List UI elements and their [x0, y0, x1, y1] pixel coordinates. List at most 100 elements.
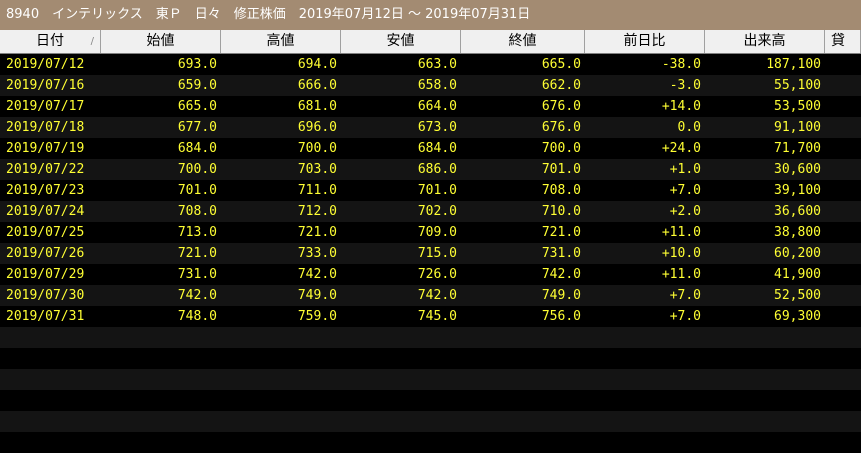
table-row[interactable]: 2019/07/22 700.0 703.0 686.0 701.0 +1.0 30,600: [0, 159, 861, 180]
table-row[interactable]: 2019/07/17 665.0 681.0 664.0 676.0 +14.0 53,50…: [0, 96, 861, 117]
open-cell: 742.0: [177, 288, 217, 303]
low-cell: 742.0: [417, 288, 457, 303]
high-cell: 711.0: [297, 183, 337, 198]
col-header-high[interactable]: 高値: [221, 30, 341, 53]
open-cell: 713.0: [177, 225, 217, 240]
date-cell: 2019/07/24: [6, 204, 85, 219]
col-header-low[interactable]: 安値: [341, 30, 461, 53]
table-row[interactable]: 2019/07/12 693.0 694.0 663.0 665.0 -38.0 187,1…: [0, 54, 861, 75]
column-header-bar: 日付 / 始値 高値 安値 終値 前日比 出来高 貸: [0, 30, 861, 54]
date-cell: 2019/07/29: [6, 267, 85, 282]
table-row[interactable]: 2019/07/26 721.0 733.0 715.0 731.0 +10.0 60,20…: [0, 243, 861, 264]
date-cell: 2019/07/12: [6, 57, 85, 72]
low-cell: 702.0: [417, 204, 457, 219]
close-cell: 708.0: [541, 183, 581, 198]
empty-row: [0, 369, 861, 390]
col-header-date[interactable]: 日付 /: [0, 30, 101, 53]
volume-cell: 41,900: [774, 267, 821, 282]
volume-cell: 30,600: [774, 162, 821, 177]
low-cell: 686.0: [417, 162, 457, 177]
col-header-lending[interactable]: 貸: [825, 30, 861, 53]
volume-cell: 38,800: [774, 225, 821, 240]
col-header-open[interactable]: 始値: [101, 30, 221, 53]
change-cell: +14.0: [661, 99, 701, 114]
high-cell: 742.0: [297, 267, 337, 282]
low-cell: 745.0: [417, 309, 457, 324]
col-header-volume[interactable]: 出来高: [705, 30, 825, 53]
table-row[interactable]: 2019/07/31 748.0 759.0 745.0 756.0 +7.0 69,300: [0, 306, 861, 327]
volume-cell: 60,200: [774, 246, 821, 261]
low-cell: 664.0: [417, 99, 457, 114]
low-cell: 684.0: [417, 141, 457, 156]
column-header-label: 貸: [831, 33, 845, 49]
table-row[interactable]: 2019/07/23 701.0 711.0 701.0 708.0 +7.0 39,100: [0, 180, 861, 201]
table-row[interactable]: 2019/07/24 708.0 712.0 702.0 710.0 +2.0 36,600: [0, 201, 861, 222]
empty-row: [0, 348, 861, 369]
table-row[interactable]: 2019/07/29 731.0 742.0 726.0 742.0 +11.0 41,90…: [0, 264, 861, 285]
change-cell: +7.0: [669, 288, 701, 303]
table-row[interactable]: 2019/07/18 677.0 696.0 673.0 676.0 0.0 91,100: [0, 117, 861, 138]
open-cell: 665.0: [177, 99, 217, 114]
table-row[interactable]: 2019/07/30 742.0 749.0 742.0 749.0 +7.0 52,500: [0, 285, 861, 306]
open-cell: 721.0: [177, 246, 217, 261]
change-cell: +11.0: [661, 267, 701, 282]
open-cell: 700.0: [177, 162, 217, 177]
high-cell: 694.0: [297, 57, 337, 72]
high-cell: 733.0: [297, 246, 337, 261]
volume-cell: 91,100: [774, 120, 821, 135]
change-cell: +2.0: [669, 204, 701, 219]
date-cell: 2019/07/18: [6, 120, 85, 135]
empty-row: [0, 411, 861, 432]
empty-row: [0, 327, 861, 348]
column-header-label: 安値: [386, 33, 415, 49]
open-cell: 693.0: [177, 57, 217, 72]
close-cell: 749.0: [541, 288, 581, 303]
change-cell: +7.0: [669, 183, 701, 198]
high-cell: 703.0: [297, 162, 337, 177]
date-cell: 2019/07/23: [6, 183, 85, 198]
date-cell: 2019/07/30: [6, 288, 85, 303]
change-cell: +11.0: [661, 225, 701, 240]
col-header-close[interactable]: 終値: [461, 30, 585, 53]
close-cell: 721.0: [541, 225, 581, 240]
change-cell: +24.0: [661, 141, 701, 156]
table-row[interactable]: 2019/07/16 659.0 666.0 658.0 662.0 -3.0 55,100: [0, 75, 861, 96]
low-cell: 701.0: [417, 183, 457, 198]
low-cell: 726.0: [417, 267, 457, 282]
close-cell: 662.0: [541, 78, 581, 93]
high-cell: 700.0: [297, 141, 337, 156]
date-cell: 2019/07/26: [6, 246, 85, 261]
close-cell: 731.0: [541, 246, 581, 261]
high-cell: 696.0: [297, 120, 337, 135]
close-cell: 676.0: [541, 120, 581, 135]
open-cell: 659.0: [177, 78, 217, 93]
volume-cell: 187,100: [766, 57, 821, 72]
close-cell: 676.0: [541, 99, 581, 114]
volume-cell: 69,300: [774, 309, 821, 324]
high-cell: 666.0: [297, 78, 337, 93]
low-cell: 673.0: [417, 120, 457, 135]
high-cell: 749.0: [297, 288, 337, 303]
open-cell: 677.0: [177, 120, 217, 135]
volume-cell: 71,700: [774, 141, 821, 156]
close-cell: 756.0: [541, 309, 581, 324]
open-cell: 684.0: [177, 141, 217, 156]
sort-indicator-icon: /: [90, 36, 94, 47]
table-row[interactable]: 2019/07/19 684.0 700.0 684.0 700.0 +24.0 71,70…: [0, 138, 861, 159]
volume-cell: 52,500: [774, 288, 821, 303]
column-header-label: 終値: [508, 33, 537, 49]
date-cell: 2019/07/17: [6, 99, 85, 114]
table-row[interactable]: 2019/07/25 713.0 721.0 709.0 721.0 +11.0 38,80…: [0, 222, 861, 243]
date-cell: 2019/07/16: [6, 78, 85, 93]
low-cell: 663.0: [417, 57, 457, 72]
close-cell: 665.0: [541, 57, 581, 72]
close-cell: 710.0: [541, 204, 581, 219]
close-cell: 742.0: [541, 267, 581, 282]
change-cell: +7.0: [669, 309, 701, 324]
volume-cell: 53,500: [774, 99, 821, 114]
column-header-label: 前日比: [623, 33, 666, 49]
col-header-change[interactable]: 前日比: [585, 30, 705, 53]
empty-row: [0, 432, 861, 453]
open-cell: 731.0: [177, 267, 217, 282]
close-cell: 700.0: [541, 141, 581, 156]
